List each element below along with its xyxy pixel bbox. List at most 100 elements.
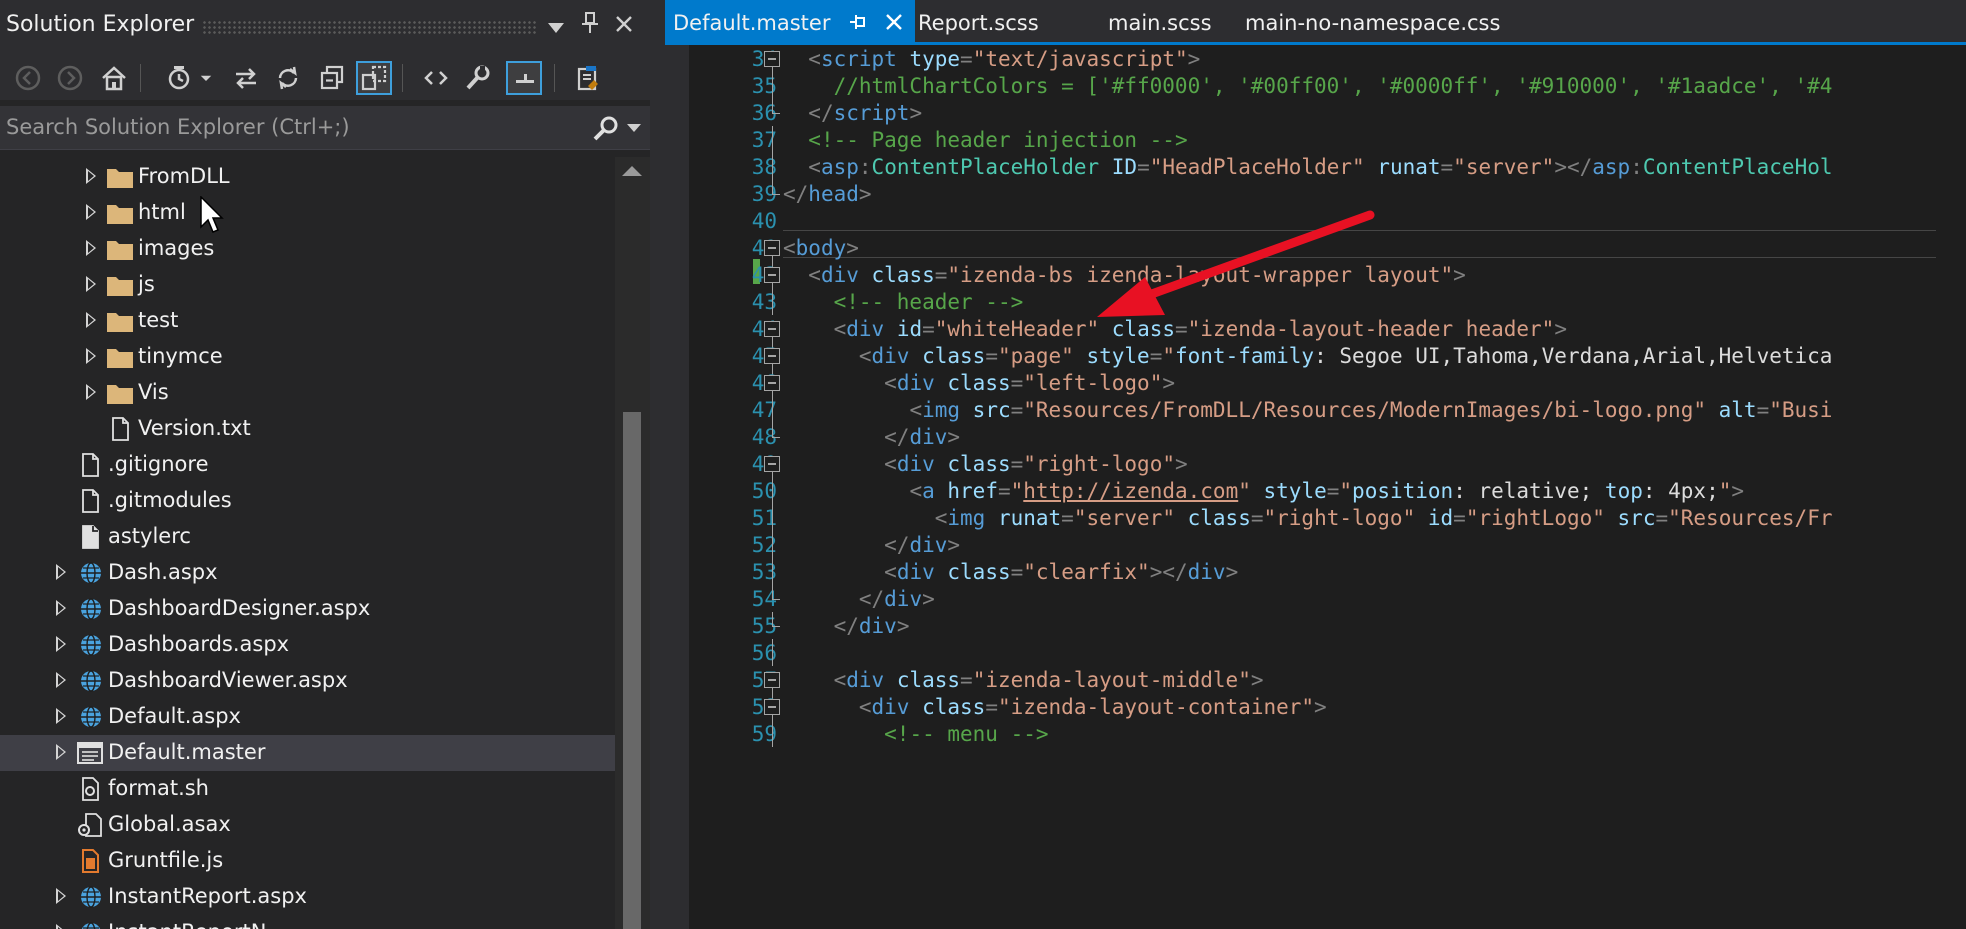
search-input[interactable]: Search Solution Explorer (Ctrl+;) xyxy=(6,115,350,139)
close-icon[interactable] xyxy=(610,12,638,40)
expand-arrow-icon[interactable] xyxy=(56,636,66,652)
tree-item-gitmodules[interactable]: .gitmodules xyxy=(0,483,615,519)
close-tab-icon[interactable] xyxy=(885,13,903,31)
expand-arrow-icon[interactable] xyxy=(56,744,66,760)
collapse-region-icon[interactable] xyxy=(764,348,780,364)
collapse-region-icon[interactable] xyxy=(764,699,780,715)
tree-item-label: js xyxy=(138,272,155,296)
expand-arrow-icon[interactable] xyxy=(86,348,96,364)
tree-item-images[interactable]: images xyxy=(0,231,615,267)
refresh-icon[interactable] xyxy=(270,61,306,95)
collapse-region-icon[interactable] xyxy=(764,375,780,391)
expand-arrow-icon[interactable] xyxy=(86,168,96,184)
window-position-dropdown-icon[interactable] xyxy=(542,12,570,40)
code-line-39[interactable]: </head> xyxy=(783,177,872,211)
tree-item-format-sh[interactable]: format.sh xyxy=(0,771,615,807)
line-number: 59 xyxy=(751,722,777,746)
code-line-38[interactable]: <asp:ContentPlaceHolder ID="HeadPlaceHol… xyxy=(783,150,1832,184)
tree-item-label: FromDLL xyxy=(138,164,230,188)
pin-icon[interactable] xyxy=(576,12,604,40)
view-code-icon[interactable] xyxy=(418,61,454,95)
file-icon xyxy=(76,849,104,873)
collapse-all-icon[interactable] xyxy=(314,61,350,95)
drag-grip[interactable] xyxy=(202,20,536,34)
tree-item-astylerc[interactable]: astylerc xyxy=(0,519,615,555)
search-options-dropdown-icon[interactable] xyxy=(627,123,641,133)
collapse-region-icon[interactable] xyxy=(764,240,780,256)
file-icon xyxy=(76,777,104,801)
tree-item-dash-aspx[interactable]: Dash.aspx xyxy=(0,555,615,591)
forward-icon[interactable] xyxy=(52,61,88,95)
tree-item-dashboardviewer-aspx[interactable]: DashboardViewer.aspx xyxy=(0,663,615,699)
tree-item-js[interactable]: js xyxy=(0,267,615,303)
file-icon xyxy=(76,921,104,929)
tree-item-instantreport-aspx[interactable]: InstantReport.aspx xyxy=(0,879,615,915)
tree-item-vis[interactable]: Vis xyxy=(0,375,615,411)
expand-arrow-icon[interactable] xyxy=(56,600,66,616)
tab-label: Report.scss xyxy=(918,11,1039,35)
vertical-scrollbar[interactable] xyxy=(615,157,650,929)
expand-arrow-icon[interactable] xyxy=(86,312,96,328)
collapse-region-icon[interactable] xyxy=(764,321,780,337)
document-tab-strip: Default.master Report.scss main.scss mai… xyxy=(665,0,1966,42)
indicator-margin xyxy=(665,45,689,929)
collapse-region-icon[interactable] xyxy=(764,267,780,283)
tree-item-tinymce[interactable]: tinymce xyxy=(0,339,615,375)
expand-arrow-icon[interactable] xyxy=(56,708,66,724)
expand-arrow-icon[interactable] xyxy=(86,384,96,400)
tree-item-gitignore[interactable]: .gitignore xyxy=(0,447,615,483)
tree-item-label: InstantReportN... xyxy=(108,920,286,929)
file-icon xyxy=(76,633,104,657)
tree-item-label: .gitignore xyxy=(108,452,209,476)
search-icon[interactable] xyxy=(590,114,620,142)
pending-changes-filter-icon[interactable] xyxy=(162,61,198,95)
collapse-region-icon[interactable] xyxy=(764,672,780,688)
expand-arrow-icon[interactable] xyxy=(86,204,96,220)
pin-tab-icon[interactable] xyxy=(848,13,866,31)
tab-default-master[interactable]: Default.master xyxy=(665,0,915,42)
code-line-35[interactable]: //htmlChartColors = ['#ff0000', '#00ff00… xyxy=(783,69,1833,103)
show-all-files-icon[interactable] xyxy=(356,61,392,95)
tree-item-default-master[interactable]: Default.master xyxy=(0,735,615,771)
expand-arrow-icon[interactable] xyxy=(56,672,66,688)
panel-splitter[interactable] xyxy=(650,0,665,929)
tree-item-fromdll[interactable]: FromDLL xyxy=(0,159,615,195)
home-icon[interactable] xyxy=(96,61,132,95)
pending-changes-icon[interactable] xyxy=(570,61,606,95)
filter-dropdown-icon[interactable] xyxy=(196,61,216,95)
expand-arrow-icon[interactable] xyxy=(86,276,96,292)
tree-item-gruntfile-js[interactable]: Gruntfile.js xyxy=(0,843,615,879)
tab-label: Default.master xyxy=(673,11,831,35)
tree-item-version-txt[interactable]: Version.txt xyxy=(0,411,615,447)
tab-report-scss[interactable]: Report.scss xyxy=(915,0,1085,42)
tree-item-dashboarddesigner-aspx[interactable]: DashboardDesigner.aspx xyxy=(0,591,615,627)
expand-arrow-icon[interactable] xyxy=(86,240,96,256)
collapse-region-icon[interactable] xyxy=(764,51,780,67)
tree-item-global-asax[interactable]: Global.asax xyxy=(0,807,615,843)
tree-item-test[interactable]: test xyxy=(0,303,615,339)
tree-item-html[interactable]: html xyxy=(0,195,615,231)
scrollbar-thumb[interactable] xyxy=(623,412,641,929)
tab-main-scss[interactable]: main.scss xyxy=(1085,0,1245,42)
file-icon xyxy=(76,705,104,729)
file-icon xyxy=(76,489,104,513)
tree-item-instantreportn[interactable]: InstantReportN... xyxy=(0,915,615,929)
expand-arrow-icon[interactable] xyxy=(56,888,66,904)
search-solution-explorer[interactable]: Search Solution Explorer (Ctrl+;) xyxy=(0,106,650,150)
tab-label: main.scss xyxy=(1108,11,1212,35)
code-line-59[interactable]: <!-- menu --> xyxy=(783,717,1048,751)
tab-main-no-namespace-css[interactable]: main-no-namespace.css xyxy=(1245,0,1545,42)
expand-arrow-icon[interactable] xyxy=(56,564,66,580)
back-icon[interactable] xyxy=(10,61,46,95)
collapse-region-icon[interactable] xyxy=(764,456,780,472)
scroll-up-icon[interactable] xyxy=(622,166,642,176)
properties-wrench-icon[interactable] xyxy=(460,61,496,95)
expand-arrow-icon[interactable] xyxy=(56,924,66,929)
preview-selected-items-icon[interactable] xyxy=(506,61,542,95)
sync-with-document-icon[interactable] xyxy=(228,61,264,95)
code-line-55[interactable]: </div> xyxy=(783,609,910,643)
tree-item-dashboards-aspx[interactable]: Dashboards.aspx xyxy=(0,627,615,663)
tree-item-default-aspx[interactable]: Default.aspx xyxy=(0,699,615,735)
tree-item-label: Version.txt xyxy=(138,416,251,440)
code-editor[interactable]: 34 <script type="text/javascript">35 //h… xyxy=(665,45,1966,929)
